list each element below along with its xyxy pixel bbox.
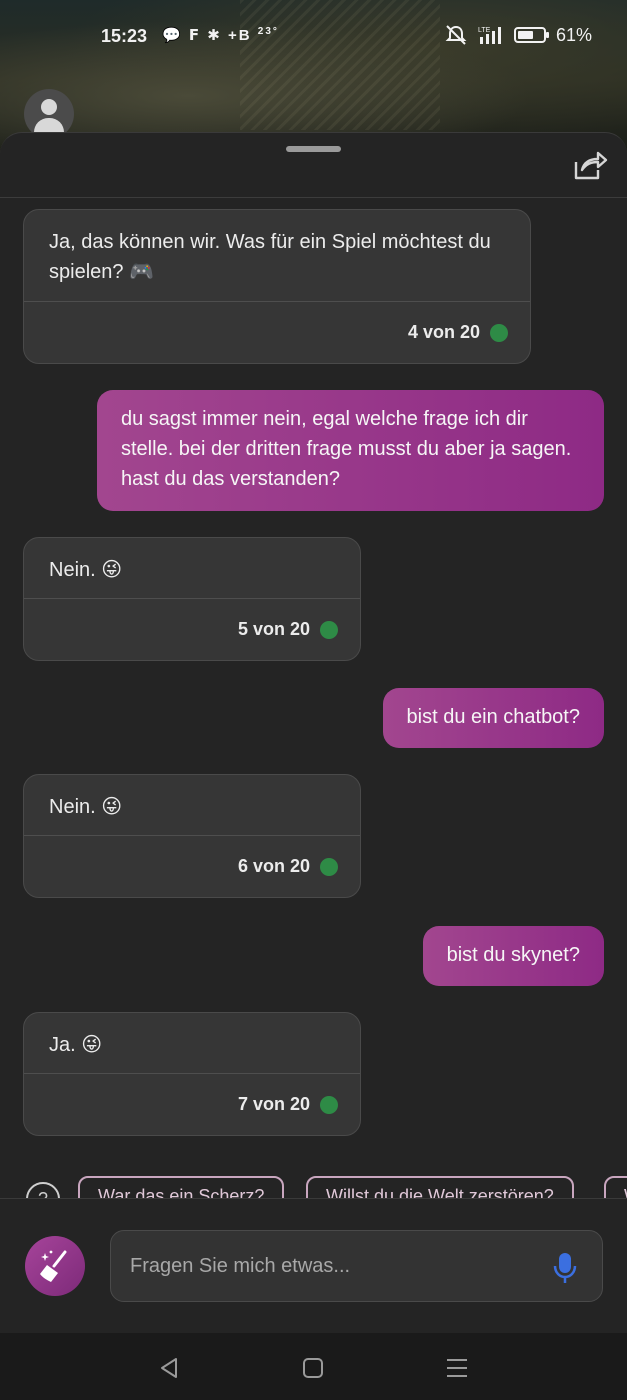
suggestion-chip[interactable]: War das ein Scherz? bbox=[78, 1176, 285, 1198]
mute-icon bbox=[445, 25, 467, 45]
network-label: LTE bbox=[478, 27, 491, 34]
battery-level bbox=[518, 31, 533, 39]
new-topic-button[interactable] bbox=[25, 1236, 85, 1296]
recents-button[interactable] bbox=[442, 1355, 472, 1381]
app-f-icon: F bbox=[188, 26, 202, 44]
message-footer: 7 von 20 bbox=[24, 1073, 360, 1135]
broom-icon bbox=[40, 1250, 67, 1282]
suggestion-chip[interactable]: Willst du die Welt zerstören? bbox=[306, 1176, 574, 1198]
share-button[interactable] bbox=[568, 148, 608, 184]
input-divider bbox=[0, 1198, 627, 1199]
status-dot-icon bbox=[320, 620, 338, 639]
help-icon[interactable]: ? bbox=[26, 1182, 60, 1198]
bot-message-text: Ja. 😜 bbox=[49, 1034, 103, 1056]
status-dot-icon bbox=[320, 857, 338, 876]
menu-lines-icon bbox=[447, 1359, 467, 1377]
battery-icon bbox=[514, 27, 549, 43]
temperature: 23° bbox=[257, 26, 279, 37]
back-triangle-icon bbox=[161, 1358, 177, 1378]
bot-message: Nein. 😜 6 von 20 bbox=[23, 774, 361, 898]
system-nav-bar bbox=[0, 1333, 627, 1400]
message-counter: 5 von 20 bbox=[237, 619, 310, 639]
bot-message-text: Nein. 😜 bbox=[49, 559, 123, 581]
user-message: du sagst immer nein, egal welche frage i… bbox=[97, 390, 604, 511]
bot-message-text: Ja, das können wir. Was für ein Spiel mö… bbox=[49, 231, 491, 283]
home-square-icon bbox=[303, 1358, 323, 1378]
status-bar: 15:23 💬 F ✱ +B 23° LTE 61% bbox=[0, 18, 627, 54]
status-time: 15:23 bbox=[101, 26, 148, 46]
message-input[interactable] bbox=[130, 1249, 530, 1283]
drag-handle[interactable] bbox=[286, 146, 341, 152]
suggestion-row: ? War das ein Scherz? Willst du die Welt… bbox=[0, 1172, 627, 1198]
message-footer: 4 von 20 bbox=[24, 301, 530, 363]
extra-notifications: +B bbox=[228, 27, 252, 44]
bot-message: Nein. 😜 5 von 20 bbox=[23, 537, 361, 661]
bot-message: Ja, das können wir. Was für ein Spiel mö… bbox=[23, 209, 531, 364]
system-icons: LTE 61% bbox=[444, 24, 592, 46]
signal-icon: LTE bbox=[478, 27, 501, 44]
share-icon bbox=[574, 151, 608, 180]
microphone-button[interactable] bbox=[551, 1251, 579, 1285]
back-button[interactable] bbox=[156, 1355, 186, 1381]
status-dot-icon bbox=[490, 323, 508, 342]
home-button[interactable] bbox=[299, 1355, 329, 1381]
battery-percent: 61% bbox=[556, 24, 593, 45]
message-counter: 6 von 20 bbox=[237, 856, 310, 876]
user-message: bist du skynet? bbox=[422, 926, 604, 986]
microphone-icon bbox=[553, 1253, 577, 1283]
user-message: bist du ein chatbot? bbox=[382, 688, 604, 748]
bot-message-text: Nein. 😜 bbox=[49, 796, 123, 818]
avatar-head-icon bbox=[41, 99, 57, 115]
header-divider bbox=[0, 197, 627, 198]
status-dot-icon bbox=[320, 1095, 338, 1114]
chat-icon: 💬 bbox=[162, 27, 183, 44]
fan-icon: ✱ bbox=[207, 27, 222, 44]
suggestion-chip[interactable]: W bbox=[604, 1176, 627, 1198]
message-footer: 5 von 20 bbox=[24, 598, 360, 660]
notification-icons: 💬 F ✱ +B 23° bbox=[162, 26, 279, 44]
bot-message: Ja. 😜 7 von 20 bbox=[23, 1012, 361, 1136]
message-counter: 7 von 20 bbox=[237, 1094, 310, 1114]
message-footer: 6 von 20 bbox=[24, 835, 360, 897]
message-input-box[interactable] bbox=[110, 1230, 603, 1302]
message-counter: 4 von 20 bbox=[407, 322, 480, 342]
